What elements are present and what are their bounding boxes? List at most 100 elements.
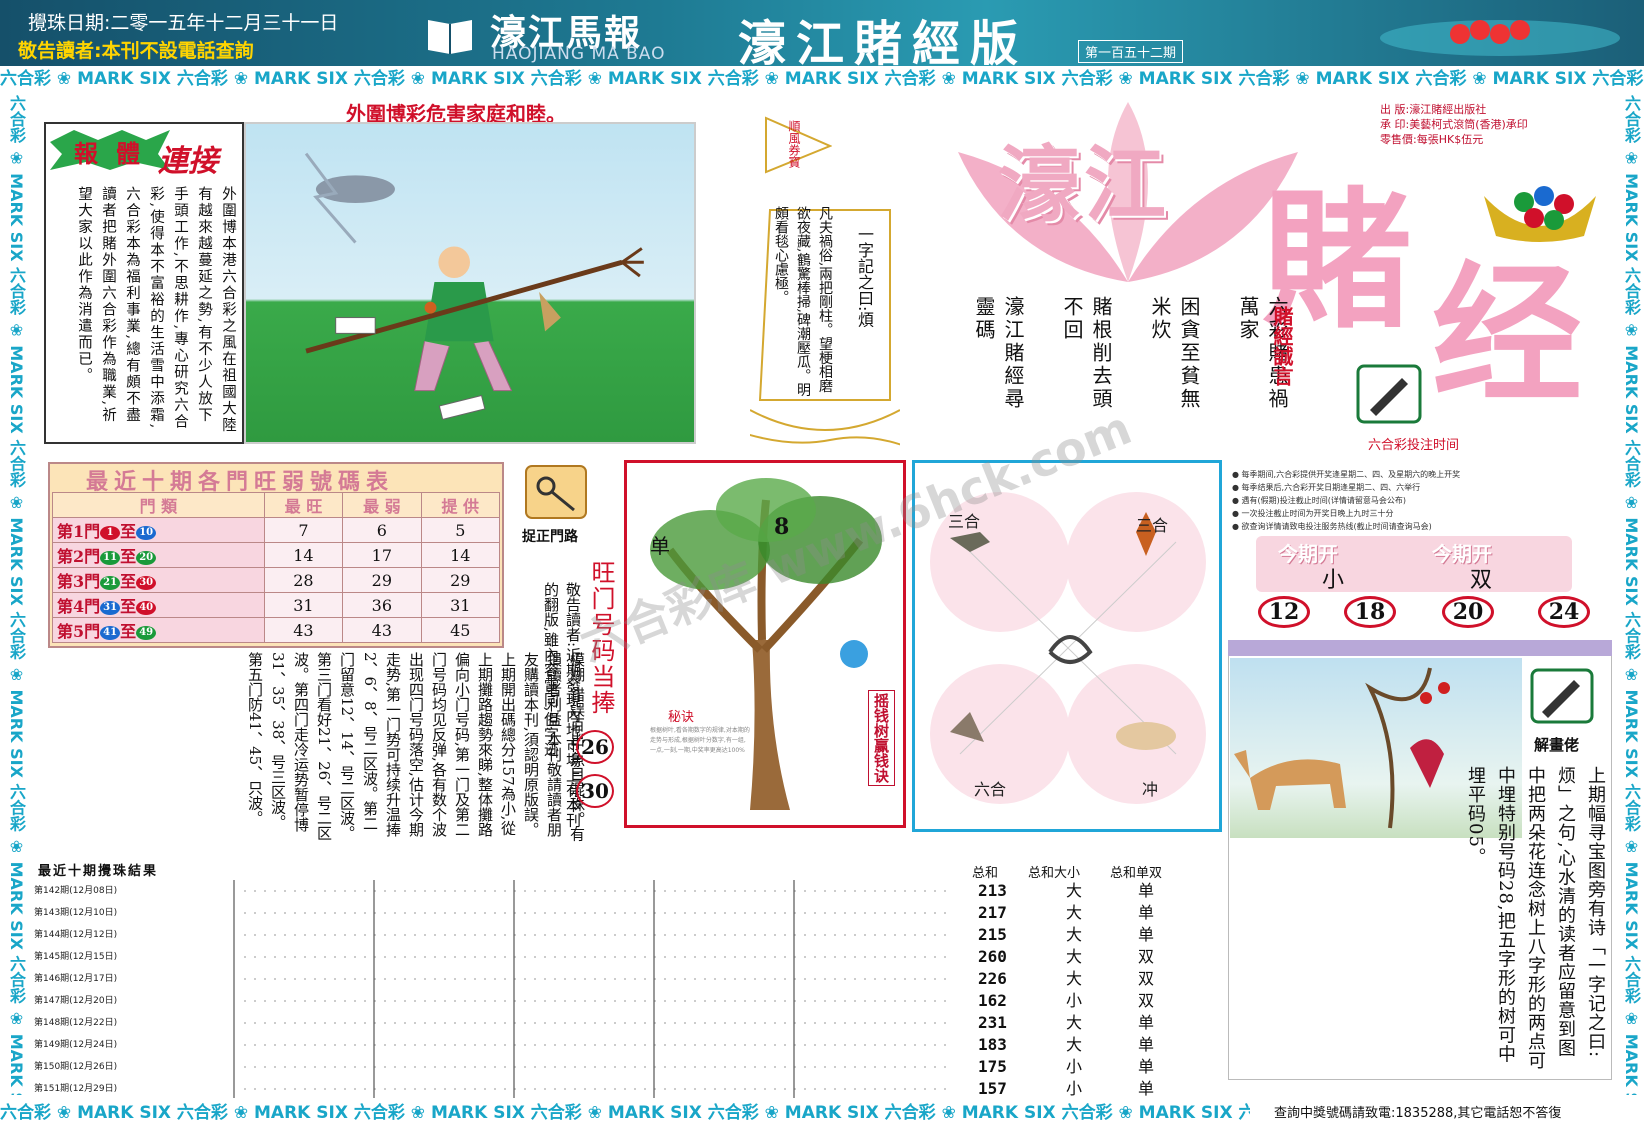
results-sum: 162 [978, 991, 1007, 1010]
hot-number-ball: 30 [576, 774, 614, 808]
results-row-label: 第142期(12月08日) [34, 886, 118, 896]
fisherman-illustration [244, 122, 696, 444]
column-header: 最 弱 [342, 492, 422, 518]
results-sum: 231 [978, 1013, 1007, 1032]
results-parity: 双 [1138, 991, 1155, 1010]
tree-tag: 摇钱树赢钱诀 [868, 690, 895, 786]
results-row-labels: 第142期(12月08日) 第143期(12月10日) 第144期(12月12日) 第… [34, 880, 240, 1100]
results-row-label: 第148期(12月22日) [34, 1018, 118, 1028]
results-sum: 183 [978, 1035, 1007, 1054]
key-hand-icon [525, 465, 587, 519]
results-sum: 215 [978, 925, 1007, 944]
gate-analysis-text: 模糊,錯誤百出,魚目混珠。有損讀者利益,本刊敬請讀者朋友購讀本刊,須認明原版誤。… [246, 652, 586, 842]
sail-flag-text: 順風券寶 [787, 120, 801, 168]
book-icon [428, 20, 472, 54]
cold-cell: 6 [342, 517, 422, 543]
betting-time-notes: ● 每季期间,六合彩提供开奖逢星期二、四、及星期六的晚上开奖 ● 每季结果后,六… [1232, 470, 1461, 531]
results-sum: 175 [978, 1057, 1007, 1076]
results-sum-header: 总和 总和大小 总和单双 [972, 866, 1163, 881]
publisher-info: 出 版:濠江賭經出版社 承 印:美藝柯式滾筒(香港)承印 零售價:每張HK$伍元 [1380, 103, 1528, 146]
range-ball: 49 [136, 625, 157, 640]
reader-notice: 敬告讀者:本刊不設電話查詢 [18, 40, 254, 62]
results-size: 大 [1066, 969, 1083, 988]
range-ball: 11 [100, 550, 121, 565]
column-header: 提 供 [420, 492, 501, 518]
results-size: 大 [1066, 903, 1083, 922]
results-sum: 157 [978, 1079, 1007, 1098]
header-decoration [1380, 20, 1620, 56]
results-parity-column: 单单单双双双单单单单 [1138, 880, 1168, 1100]
results-size: 小 [1066, 1079, 1083, 1098]
masthead-roman: HAOJIANG MA BAO [492, 44, 666, 64]
hot-cell: 28 [263, 567, 344, 593]
gold-ingot-icon [1484, 186, 1596, 242]
results-parity: 单 [1138, 925, 1155, 944]
logo-haojiang: 濠江 [998, 137, 1171, 233]
results-row-label: 第146期(12月17日) [34, 974, 118, 984]
marquee-bottom: 六合彩 ❀ MARK SIX 六合彩 ❀ MARK SIX 六合彩 ❀ MARK… [0, 1103, 1250, 1123]
results-row-label: 第145期(12月15日) [34, 952, 118, 962]
results-parity: 单 [1138, 903, 1155, 922]
cold-cell: 29 [342, 567, 422, 593]
table-row: 第1門 1 至 10 7 6 5 [52, 517, 501, 543]
results-parity: 单 [1138, 1057, 1155, 1076]
motto-label: 賭經誠言 [1270, 306, 1294, 386]
results-parity: 双 [1138, 947, 1155, 966]
cold-cell: 43 [342, 617, 422, 643]
column-header: 門 類 [52, 492, 265, 518]
results-row-label: 第150期(12月26日) [34, 1062, 118, 1072]
offer-cell: 31 [420, 592, 501, 618]
hot-cell: 14 [263, 542, 344, 568]
results-sum: 213 [978, 881, 1007, 900]
range-ball: 20 [136, 550, 157, 565]
hot-cell: 31 [263, 592, 344, 618]
table-row: 第3門 21 至 30 28 29 29 [52, 567, 501, 593]
results-size: 大 [1066, 925, 1083, 944]
range-ball: 30 [136, 575, 157, 590]
offer-cell: 14 [420, 542, 501, 568]
betting-time-label: 六合彩投注时间 [1368, 438, 1460, 453]
draw-date: 攪珠日期:二零一五年十二月三十一日 [28, 12, 339, 34]
hot-cell: 43 [263, 617, 344, 643]
motto-line: 困貪至貧無米炊 [1148, 296, 1201, 411]
explain-label: 解畫佬 [1534, 736, 1580, 754]
zodiac-sanhe-right: 三合 [1136, 516, 1169, 535]
offer-cell: 45 [420, 617, 501, 643]
results-parity: 单 [1138, 1035, 1155, 1054]
results-sum: 226 [978, 969, 1007, 988]
results-row-label: 第149期(12月24日) [34, 1040, 118, 1050]
range-ball: 10 [136, 525, 157, 540]
gate-cell: 第2門 11 至 20 [52, 542, 265, 568]
results-size: 大 [1066, 1035, 1083, 1054]
tree-note: 根据树叶,看各期数字的规律,对本期的走势与形成,根据树叶分数字,有一组,一点,一… [650, 727, 750, 754]
results-row-label: 第144期(12月12日) [34, 930, 118, 940]
report-badge-label: 報體 [74, 139, 158, 168]
results-sum: 217 [978, 903, 1007, 922]
range-ball: 1 [100, 525, 121, 540]
results-size-column: 大大大大大小大大小小 [1066, 880, 1096, 1100]
range-ball: 40 [136, 600, 157, 615]
range-ball: 31 [100, 600, 121, 615]
results-parity: 单 [1138, 1079, 1155, 1098]
table-row: 第4門 31 至 40 31 36 31 [52, 592, 501, 618]
offer-cell: 29 [420, 567, 501, 593]
motto-line: 濠江賭經尋靈碼 [972, 296, 1025, 411]
table-row: 第2門 11 至 20 14 17 14 [52, 542, 501, 568]
zodiac-chong: 冲 [1142, 780, 1159, 799]
range-ball: 21 [100, 575, 121, 590]
marquee-right: 六合彩 ❀ MARK SIX 六合彩 ❀ MARK SIX 六合彩 ❀ MARK… [1622, 95, 1641, 1095]
results-title: 最近十期攪珠結果 [38, 864, 159, 879]
results-row-label: 第151期(12月29日) [34, 1084, 118, 1094]
this-period-size: 小 [1322, 568, 1345, 593]
gate-cell: 第4門 31 至 40 [52, 592, 265, 618]
results-row-label: 第147期(12月20日) [34, 996, 118, 1006]
results-parity: 双 [1138, 969, 1155, 988]
explain-text: 上期幅寻宝图旁有诗「一字记之曰:烦」之句,心水清的读者应留意到图中把两朵花连念树… [1465, 766, 1606, 1070]
gate-table: 門 類 最 旺 最 弱 提 供 第1門 1 至 10 7 6 5 第2門 11 至 20 14 17 14… [52, 492, 501, 643]
gate-cell: 第1門 1 至 10 [52, 517, 265, 543]
results-size: 大 [1066, 947, 1083, 966]
pen-hand-icon [1356, 364, 1422, 424]
tree-note-title: 秘诀 [668, 710, 695, 725]
tree-single-label: 单 [650, 534, 670, 558]
this-period-parity: 双 [1470, 568, 1493, 593]
